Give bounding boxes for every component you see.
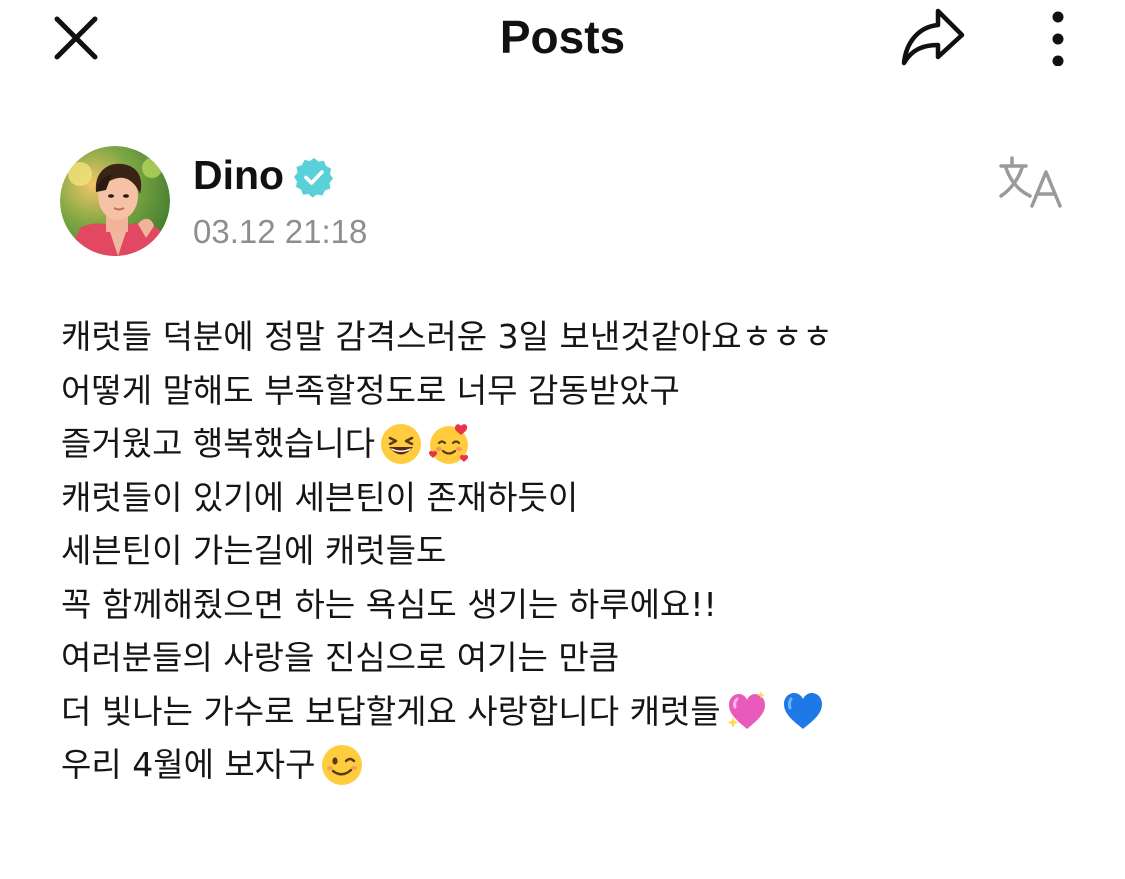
post-line: 즐거웠고 행복했습니다 bbox=[61, 417, 1081, 471]
blue-heart-emoji bbox=[783, 693, 822, 730]
post-line: 어떻게 말해도 부족할정도로 너무 감동받았구 bbox=[61, 364, 1081, 418]
post-line: 캐럿들 덕분에 정말 감격스러운 3일 보낸것같아요ㅎㅎㅎ bbox=[61, 310, 1081, 364]
post-line-text: 세븐틴이 가는길에 캐럿들도 bbox=[61, 531, 447, 570]
verified-badge-icon bbox=[294, 158, 333, 198]
profile-photo bbox=[60, 146, 170, 256]
share-button[interactable] bbox=[893, 0, 973, 72]
post-line-text: 우리 4월에 보자구 bbox=[61, 745, 316, 784]
smiling-face-with-hearts-emoji bbox=[429, 424, 469, 464]
more-vertical-icon bbox=[1052, 11, 1064, 66]
post-line: 우리 4월에 보자구 bbox=[61, 738, 1081, 792]
post-line-text: 더 빛나는 가수로 보답할게요 사랑합니다 캐럿들 bbox=[61, 691, 721, 731]
post-body: 캐럿들 덕분에 정말 감격스러운 3일 보낸것같아요ㅎㅎㅎ 어떻게 말해도 부족… bbox=[61, 310, 1081, 792]
grinning-squinting-face-emoji bbox=[381, 423, 422, 464]
translate-button[interactable] bbox=[996, 150, 1072, 214]
post-line-text: 여러분들의 사랑을 진심으로 여기는 만큼 bbox=[61, 638, 620, 677]
post-timestamp: 03.12 21:18 bbox=[193, 213, 368, 250]
post-line-text: 캐럿들이 있기에 세븐틴이 존재하듯이 bbox=[61, 477, 579, 517]
close-icon bbox=[54, 16, 98, 60]
post-line: 꼭 함께해줬으면 하는 욕심도 생기는 하루에요!! bbox=[61, 578, 1081, 632]
sparkling-heart-emoji bbox=[727, 691, 765, 730]
more-options-button[interactable] bbox=[1030, 0, 1086, 72]
post-line: 캐럿들이 있기에 세븐틴이 존재하듯이 bbox=[61, 471, 1081, 525]
translate-icon bbox=[999, 156, 1062, 208]
post-line: 더 빛나는 가수로 보답할게요 사랑합니다 캐럿들 bbox=[61, 685, 1081, 739]
post-line: 여러분들의 사랑을 진심으로 여기는 만큼 bbox=[61, 631, 1081, 685]
share-arrow-icon bbox=[901, 8, 965, 66]
close-button[interactable] bbox=[46, 10, 106, 66]
post-line: 세븐틴이 가는길에 캐럿들도 bbox=[61, 524, 1081, 578]
author-name[interactable]: Dino bbox=[193, 152, 284, 198]
post-line-text: 어떻게 말해도 부족할정도로 너무 감동받았구 bbox=[61, 370, 680, 410]
post-line-text: 꼭 함께해줬으면 하는 욕심도 생기는 하루에요!! bbox=[61, 584, 717, 624]
post-line-text: 캐럿들 덕분에 정말 감격스러운 3일 보낸것같아요ㅎㅎㅎ bbox=[61, 317, 833, 356]
winking-face-emoji bbox=[321, 744, 362, 785]
post-line-text: 즐거웠고 행복했습니다 bbox=[61, 424, 376, 463]
top-navigation-bar: Posts bbox=[0, 0, 1125, 80]
avatar[interactable] bbox=[60, 146, 170, 256]
